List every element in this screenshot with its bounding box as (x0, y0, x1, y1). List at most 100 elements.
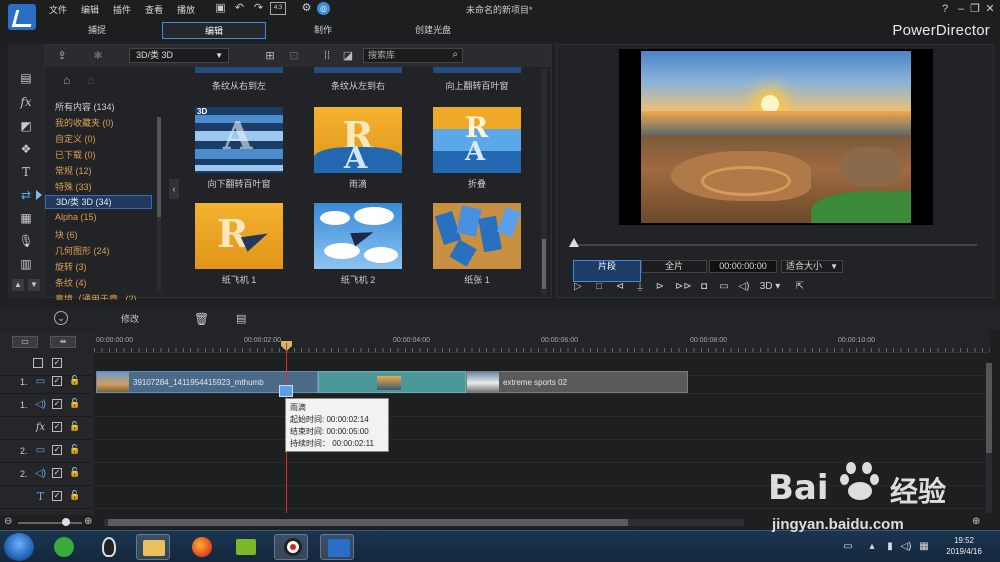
stop-icon[interactable]: □ (592, 280, 606, 294)
scroll-up-icon[interactable]: ▲ (12, 279, 24, 291)
fit-size-dropdown[interactable]: 适合大小 ▼ (781, 260, 843, 273)
lock-icon[interactable]: 🔓 (69, 398, 80, 409)
delete-trash-icon[interactable]: 🗑 (194, 311, 209, 327)
category-general[interactable]: 常规 (12) (55, 164, 92, 177)
taskbar-app-powerdirector-icon[interactable] (320, 534, 354, 560)
grid-view-icon[interactable]: ⁞⁞ (320, 49, 334, 63)
lock-icon[interactable]: 🔓 (69, 490, 80, 501)
category-block[interactable]: 块 (6) (55, 228, 78, 241)
undock-icon[interactable]: ⇱ (793, 280, 807, 294)
taskbar-app-qq-icon[interactable] (92, 534, 126, 560)
lock-icon[interactable]: 🔓 (69, 375, 80, 386)
particle-room-icon[interactable]: ❖ (18, 141, 34, 157)
3d-mode-button[interactable]: 3D ▾ (757, 280, 783, 294)
lock-icon[interactable]: 🔓 (69, 467, 80, 478)
tab-create-disc[interactable]: 创建光盘 (381, 22, 485, 39)
category-downloaded[interactable]: 已下载 (0) (55, 148, 96, 161)
play-icon[interactable]: ▷ (571, 280, 585, 294)
expand-tools-icon[interactable]: ⌄ (54, 311, 68, 325)
subtitle-icon[interactable]: ▭ (717, 280, 731, 294)
import-icon[interactable]: ⇪ (55, 49, 69, 63)
remove-tag-icon[interactable]: ⌂ (87, 73, 94, 87)
zoom-out-icon[interactable]: ⊖ (4, 516, 12, 527)
search-icon[interactable]: ⌕ (452, 48, 458, 61)
menu-edit[interactable]: 编辑 (81, 3, 99, 16)
tray-keyboard-icon[interactable]: ▭ (842, 541, 854, 553)
undo-icon[interactable]: ↶ (233, 2, 246, 15)
category-special[interactable]: 特殊 (33) (55, 180, 92, 193)
title-room-icon[interactable]: T (18, 164, 34, 180)
resolution-icon[interactable]: 4:3 (270, 2, 286, 15)
track-row-fx[interactable] (94, 417, 986, 440)
upgrade-icon[interactable]: ◎ (317, 2, 330, 15)
library-search-input[interactable]: 搜索库 ⌕ (363, 48, 463, 63)
tab-produce[interactable]: 制作 (271, 22, 375, 39)
track-enable-checkbox[interactable]: ✓ (52, 445, 62, 455)
track-enable-checkbox[interactable]: ✓ (52, 399, 62, 409)
clip-mode-button[interactable]: 片段 (573, 260, 641, 282)
clip-properties-icon[interactable]: ▤ (236, 311, 246, 327)
redo-icon[interactable]: ↷ (252, 2, 265, 15)
category-mood[interactable]: 意境（通用于章...(2) (55, 292, 137, 300)
track-enable-checkbox[interactable]: ✓ (52, 376, 62, 386)
track-enable-checkbox[interactable]: ✓ (52, 422, 62, 432)
tray-expand-icon[interactable]: ▴ (866, 541, 878, 553)
menu-view[interactable]: 查看 (145, 3, 163, 16)
tray-network-icon[interactable]: ▦ (918, 541, 930, 553)
split-marker-icon[interactable]: ⍊ (633, 280, 647, 294)
media-room-icon[interactable]: ▤ (18, 70, 34, 86)
plugin-icon[interactable]: ✱ (91, 49, 105, 63)
seek-knob[interactable] (569, 238, 579, 247)
close-button[interactable]: ✕ (983, 2, 997, 16)
lock-icon[interactable]: 🔓 (69, 444, 80, 455)
movie-mode-button[interactable]: 全片 (641, 260, 707, 273)
taskbar-app-editor-icon[interactable] (228, 534, 262, 560)
thumbnail-size-icon[interactable]: ◪ (341, 49, 355, 63)
minimize-button[interactable]: – (954, 2, 968, 16)
prev-frame-icon[interactable]: ⊲ (613, 280, 627, 294)
settings-gear-icon[interactable]: ⚙ (300, 2, 313, 15)
category-scrollbar[interactable] (157, 117, 161, 291)
timeline-horizontal-scrollbar[interactable] (104, 519, 744, 526)
select-all-checkbox[interactable] (33, 358, 43, 368)
snapshot-camera-icon[interactable]: ◘ (697, 280, 711, 294)
category-rotate[interactable]: 旋转 (3) (55, 260, 87, 273)
category-alpha[interactable]: Alpha (15) (55, 212, 97, 222)
track-manager-icon[interactable]: ▭ (12, 336, 38, 348)
replace-icon[interactable]: ⊡ (287, 49, 301, 63)
tab-capture[interactable]: 捕捉 (45, 22, 149, 39)
add-to-timeline-icon[interactable]: ⊞ (263, 49, 277, 63)
audio-mixing-room-icon[interactable]: ▦ (18, 210, 34, 226)
voiceover-room-icon[interactable]: 🎙 (18, 233, 34, 249)
save-icon[interactable]: ▣ (214, 2, 227, 15)
timeline-transition-raindrop[interactable] (318, 371, 466, 393)
volume-icon[interactable]: ◁) (737, 280, 751, 294)
category-custom[interactable]: 自定义 (0) (55, 132, 96, 145)
category-dropdown[interactable]: 3D/类 3D ▼ (129, 48, 229, 63)
fx-room-icon[interactable]: fx (18, 94, 34, 110)
taskbar-app-explorer-icon[interactable] (136, 534, 170, 560)
track-enable-checkbox[interactable]: ✓ (52, 468, 62, 478)
track-row-video-1[interactable]: 39107284_1411954415923_mthumb extreme sp… (94, 371, 986, 394)
preview-seek-bar[interactable] (573, 244, 977, 246)
menu-play[interactable]: 播放 (177, 3, 195, 16)
category-3d[interactable]: 3D/类 3D (34) (45, 195, 152, 209)
maximize-button[interactable]: ❐ (968, 2, 982, 16)
category-favorites[interactable]: 我的收藏夹 (0) (55, 116, 114, 129)
help-button[interactable]: ? (938, 2, 952, 16)
zoom-slider[interactable] (18, 522, 82, 524)
collapse-panel-button[interactable]: ‹ (169, 179, 179, 199)
menu-file[interactable]: 文件 (49, 3, 67, 16)
favorite-tag-icon[interactable]: ⌂ (63, 73, 70, 87)
fast-forward-icon[interactable]: ⊳⊳ (675, 280, 692, 294)
menu-plugins[interactable]: 插件 (113, 3, 131, 16)
transition-room-icon[interactable]: ⇄ (18, 187, 34, 203)
taskbar-app-firefox-icon[interactable] (184, 534, 218, 560)
time-ruler[interactable]: 00:00:00:00 00:00:02:00 00:00:04:00 00:0… (94, 331, 990, 353)
category-all[interactable]: 所有内容 (134) (55, 100, 115, 113)
fit-timeline-icon[interactable]: ⇹ (50, 336, 76, 348)
lock-icon[interactable]: 🔓 (69, 421, 80, 432)
next-frame-icon[interactable]: ⊳ (653, 280, 667, 294)
modify-button[interactable]: 修改 (121, 311, 139, 327)
tab-edit[interactable]: 编辑 (162, 22, 266, 39)
